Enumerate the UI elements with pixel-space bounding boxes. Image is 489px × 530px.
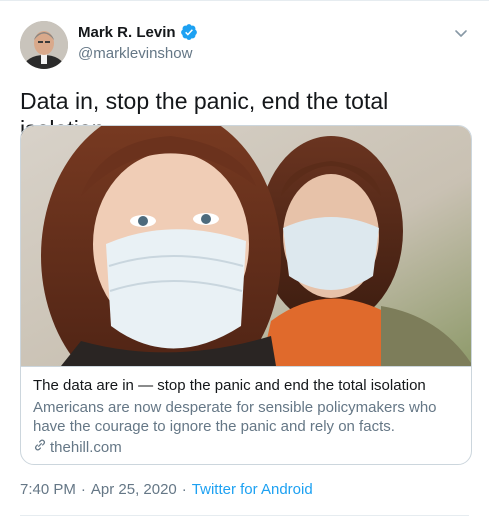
divider — [20, 515, 469, 516]
tweet: Mark R. Levin @marklevinshow Data in, st… — [0, 0, 489, 530]
card-title: The data are in — stop the panic and end… — [33, 377, 426, 394]
chevron-down-icon[interactable] — [451, 23, 471, 43]
card-domain-row: thehill.com — [33, 438, 459, 458]
author-display-name[interactable]: Mark R. Levin — [78, 24, 176, 41]
card-image — [21, 126, 471, 366]
card-description: Americans are now desperate for sensible… — [33, 399, 437, 435]
tweet-date[interactable]: Apr 25, 2020 — [91, 481, 177, 498]
avatar-image — [20, 21, 68, 69]
tweet-time[interactable]: 7:40 PM — [20, 481, 76, 498]
link-icon — [33, 438, 47, 458]
author-handle[interactable]: @marklevinshow — [78, 45, 192, 62]
author-name-row[interactable]: Mark R. Levin — [78, 23, 198, 41]
link-card[interactable]: The data are in — stop the panic and end… — [20, 125, 472, 465]
tweet-source-link[interactable]: Twitter for Android — [192, 481, 313, 498]
avatar[interactable] — [20, 21, 68, 69]
card-domain: thehill.com — [50, 439, 122, 456]
verified-badge-icon — [180, 23, 198, 41]
card-body: The data are in — stop the panic and end… — [21, 366, 471, 458]
tweet-meta: 7:40 PM · Apr 25, 2020 · Twitter for And… — [20, 481, 313, 498]
meta-separator: · — [181, 481, 187, 498]
meta-separator: · — [80, 481, 86, 498]
